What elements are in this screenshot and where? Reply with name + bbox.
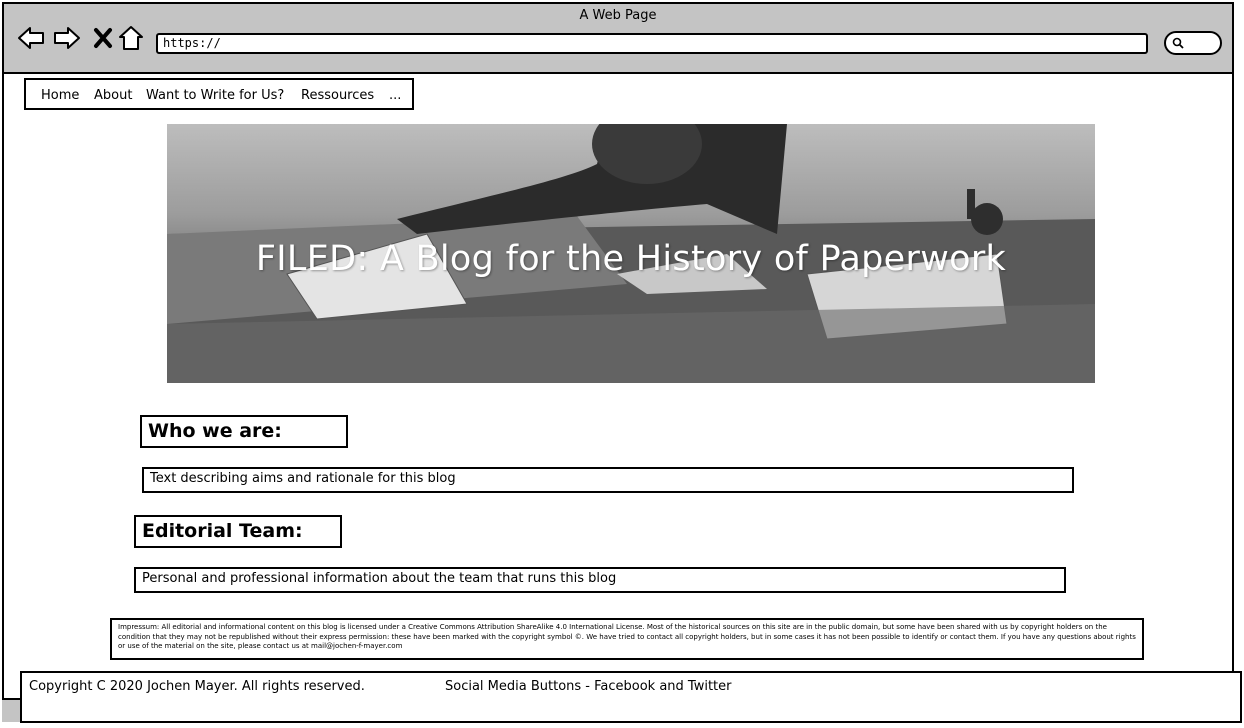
search-field[interactable] — [1164, 31, 1222, 55]
menu-item-write-for-us[interactable]: Want to Write for Us? — [146, 88, 284, 103]
close-x-icon[interactable] — [88, 24, 118, 52]
menu-item-about[interactable]: About — [94, 88, 132, 103]
menu-item-more[interactable]: ... — [389, 88, 401, 103]
back-arrow-icon[interactable] — [16, 24, 46, 52]
browser-window: A Web Page https:// Home About Want to W… — [2, 2, 1234, 722]
menu-item-ressources[interactable]: Ressources — [301, 88, 374, 103]
search-icon — [1172, 37, 1184, 49]
window-title: A Web Page — [579, 8, 657, 23]
copyright-text: Copyright C 2020 Jochen Mayer. All right… — [29, 679, 365, 694]
url-input[interactable]: https:// — [156, 33, 1148, 54]
page-footer: Copyright C 2020 Jochen Mayer. All right… — [20, 671, 1242, 723]
main-menu: Home About Want to Write for Us? Ressour… — [24, 78, 414, 110]
social-media-buttons[interactable]: Social Media Buttons - Facebook and Twit… — [445, 679, 732, 694]
browser-chrome: A Web Page https:// — [4, 4, 1232, 74]
hero-banner: FILED: A Blog for the History of Paperwo… — [167, 124, 1095, 383]
home-icon[interactable] — [116, 24, 146, 52]
who-we-are-text: Text describing aims and rationale for t… — [142, 467, 1074, 493]
impressum-text: Impressum: All editorial and information… — [110, 618, 1144, 660]
scrollbar-corner — [2, 698, 20, 722]
who-we-are-heading: Who we are: — [140, 415, 348, 448]
menu-item-home[interactable]: Home — [41, 88, 79, 103]
hero-title: FILED: A Blog for the History of Paperwo… — [255, 239, 1007, 279]
editorial-team-text: Personal and professional information ab… — [134, 567, 1066, 593]
forward-arrow-icon[interactable] — [52, 24, 82, 52]
editorial-team-heading: Editorial Team: — [134, 515, 342, 548]
